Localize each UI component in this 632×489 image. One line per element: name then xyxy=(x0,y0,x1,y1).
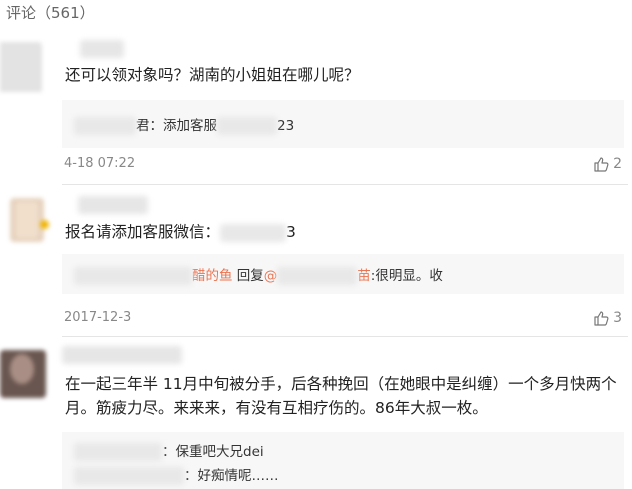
like-button[interactable]: 2 xyxy=(593,156,622,172)
comment-time: 4-18 07:22 xyxy=(64,156,136,171)
reply-item: ：好痴情呢…… xyxy=(74,464,279,485)
avatar[interactable] xyxy=(0,42,50,92)
like-count: 2 xyxy=(613,156,622,172)
username[interactable] xyxy=(62,346,182,364)
divider xyxy=(62,336,628,337)
comment-text: 在一起三年半 11月中旬被分手，后各种挽回（在她眼中是纠缠）一个多月快两个月。筋… xyxy=(65,375,617,417)
reply-content: ：好痴情呢…… xyxy=(184,468,279,484)
divider xyxy=(62,184,628,185)
username[interactable] xyxy=(80,40,124,58)
comment-item: 在一起三年半 11月中旬被分手，后各种挽回（在她眼中是纠缠）一个多月快两个月。筋… xyxy=(0,342,632,489)
comments-header: 评论（561） xyxy=(6,4,95,22)
comment-time: 2017-12-3 xyxy=(64,310,132,325)
reply-content: :很明显。收 xyxy=(370,268,443,284)
thumbs-up-icon xyxy=(593,310,609,326)
comment-item: 报名请添加客服微信： 3 醋的鱼 回复@ 苗:很明显。收 2017-12-3 3 xyxy=(0,190,632,335)
reply-box: ：保重吧大兄dei ：好痴情呢…… xyxy=(62,432,624,489)
thumbs-up-icon xyxy=(593,156,609,172)
comment-item: 还可以领对象吗？湖南的小姐姐在哪儿呢？ 君：添加客服 23 4-18 07:22 … xyxy=(0,36,632,186)
mention-username[interactable]: 苗 xyxy=(357,268,371,284)
reply-text-tail: 23 xyxy=(277,118,295,134)
reply-box: 君：添加客服 23 xyxy=(62,100,624,148)
like-count: 3 xyxy=(613,310,622,326)
like-button[interactable]: 3 xyxy=(593,310,622,326)
reply-label: 回复 xyxy=(236,268,264,284)
comment-text-suffix: 3 xyxy=(286,223,296,241)
avatar[interactable] xyxy=(0,348,50,398)
comment-text: 还可以领对象吗？湖南的小姐姐在哪儿呢？ xyxy=(65,66,360,84)
reply-item: ：保重吧大兄dei xyxy=(74,440,264,461)
avatar[interactable] xyxy=(0,196,50,246)
reply-item: 君：添加客服 23 xyxy=(74,114,294,135)
username[interactable] xyxy=(78,196,148,214)
comment-text: 报名请添加客服微信： 3 xyxy=(65,220,296,244)
reply-content: ：保重吧大兄dei xyxy=(162,444,264,460)
reply-username[interactable]: 醋的鱼 xyxy=(192,268,233,284)
comment-text-prefix: 报名请添加客服微信： xyxy=(65,223,221,241)
reply-text: 君：添加客服 xyxy=(136,118,217,134)
mention-at[interactable]: @ xyxy=(264,268,278,284)
reply-box: 醋的鱼 回复@ 苗:很明显。收 xyxy=(62,254,624,294)
reply-item: 醋的鱼 回复@ 苗:很明显。收 xyxy=(74,264,443,285)
